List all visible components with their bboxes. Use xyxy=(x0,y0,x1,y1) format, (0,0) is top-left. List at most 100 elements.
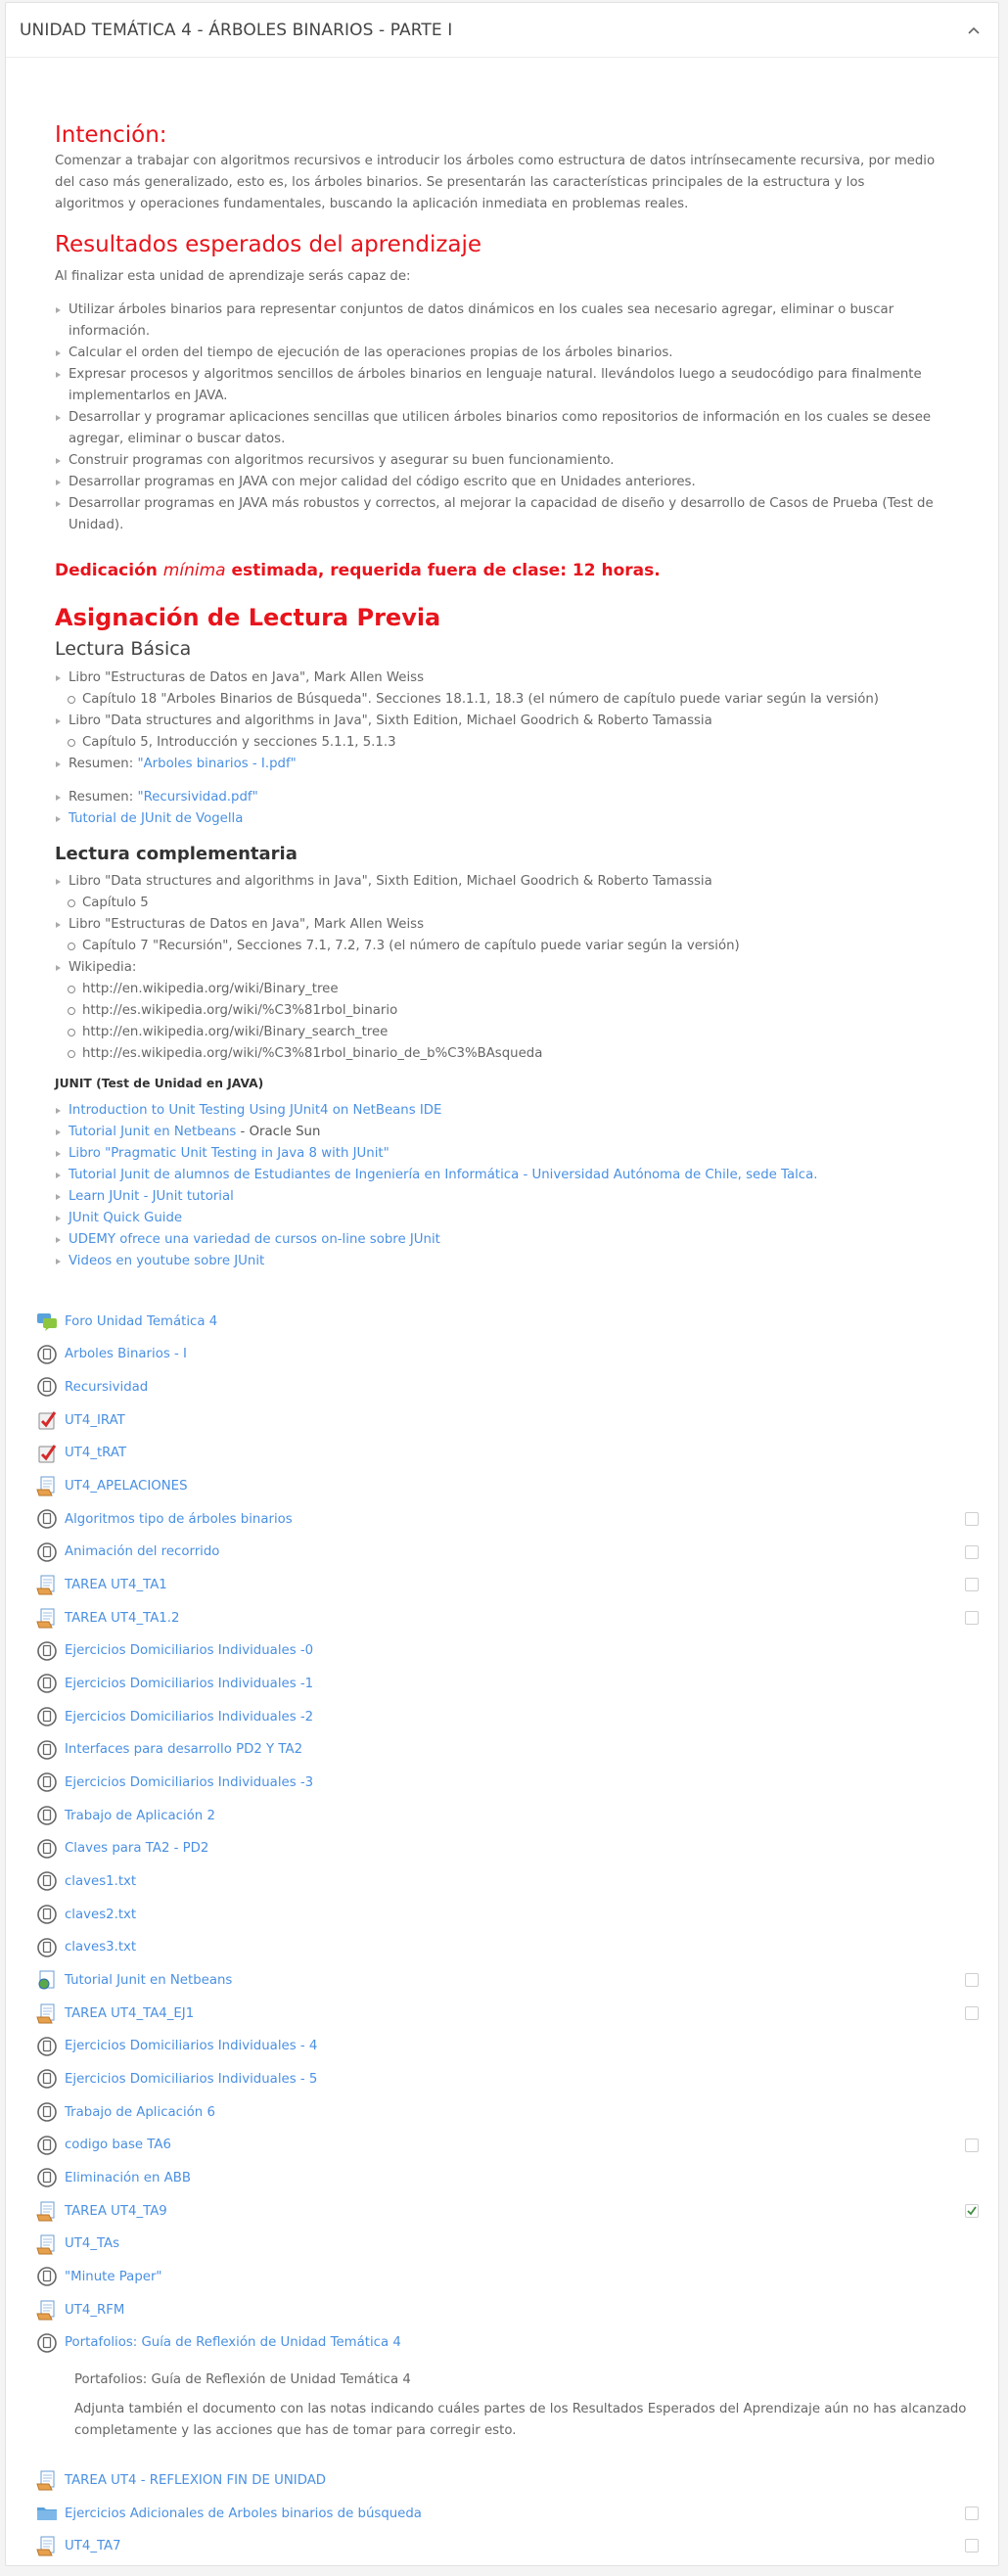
activity-item[interactable]: TAREA UT4_TA4_EJ1 xyxy=(35,2001,985,2025)
activity-link[interactable]: claves3.txt xyxy=(65,1940,136,1955)
junit-link[interactable]: Videos en youtube sobre JUnit xyxy=(69,1254,264,1268)
junit-link[interactable]: Learn JUnit - JUnit tutorial xyxy=(69,1189,234,1204)
resource-icon xyxy=(35,1672,59,1695)
resource-icon xyxy=(35,1771,59,1794)
activity-link[interactable]: Trabajo de Aplicación 2 xyxy=(65,1809,215,1823)
activity-link[interactable]: UT4_TA7 xyxy=(65,2539,121,2553)
activity-item[interactable]: Foro Unidad Temática 4 xyxy=(35,1310,985,1333)
activity-item[interactable]: claves2.txt xyxy=(35,1903,985,1926)
activity-link[interactable]: Trabajo de Aplicación 6 xyxy=(65,2105,215,2120)
activity-item[interactable]: Eliminación en ABB xyxy=(35,2166,985,2189)
activity-item[interactable]: Recursividad xyxy=(35,1375,985,1399)
activity-item[interactable]: UT4_IRAT xyxy=(35,1408,985,1432)
activity-item[interactable]: Algoritmos tipo de árboles binarios xyxy=(35,1507,985,1531)
resumen-recursividad-link[interactable]: "Recursividad.pdf" xyxy=(137,790,257,805)
activity-link[interactable]: Eliminación en ABB xyxy=(65,2171,191,2185)
activity-item[interactable]: TAREA UT4_TA1 xyxy=(35,1573,985,1596)
activity-item[interactable]: Ejercicios Domiciliarios Individuales -3 xyxy=(35,1771,985,1794)
activity-link[interactable]: Ejercicios Adicionales de Arboles binari… xyxy=(65,2507,422,2521)
activity-item[interactable]: UT4_tRAT xyxy=(35,1442,985,1465)
completion-checkbox[interactable] xyxy=(965,2138,979,2152)
completion-checkbox[interactable] xyxy=(965,1611,979,1626)
activity-item[interactable]: Tutorial Junit en Netbeans xyxy=(35,1968,985,1992)
activity-link[interactable]: UT4_TAs xyxy=(65,2236,119,2251)
chevron-up-icon[interactable] xyxy=(963,20,985,41)
activity-link[interactable]: Animación del recorrido xyxy=(65,1544,219,1559)
activity-item[interactable]: UT4_TA7 xyxy=(35,2534,985,2557)
resumen-arboles-link[interactable]: "Arboles binarios - I.pdf" xyxy=(137,757,296,771)
completion-checked-icon[interactable] xyxy=(965,2204,979,2219)
activity-link[interactable]: Ejercicios Domiciliarios Individuales -1 xyxy=(65,1677,313,1691)
wiki-link: http://en.wikipedia.org/wiki/Binary_tree xyxy=(68,979,936,1000)
junit-link[interactable]: Introduction to Unit Testing Using JUnit… xyxy=(69,1103,441,1118)
activity-link[interactable]: Claves para TA2 - PD2 xyxy=(65,1841,208,1856)
junit-link[interactable]: Tutorial Junit en Netbeans xyxy=(69,1125,236,1139)
activity-item[interactable]: Ejercicios Domiciliarios Individuales -0 xyxy=(35,1639,985,1663)
resource-icon xyxy=(35,1639,59,1663)
activity-link[interactable]: "Minute Paper" xyxy=(65,2270,162,2284)
activity-link[interactable]: Ejercicios Domiciliarios Individuales -0 xyxy=(65,1643,313,1658)
activity-item[interactable]: Ejercicios Adicionales de Arboles binari… xyxy=(35,2502,985,2525)
dedicacion-part1: Dedicación xyxy=(55,561,163,580)
activity-item[interactable]: Arboles Binarios - I xyxy=(35,1343,985,1366)
activity-link[interactable]: claves1.txt xyxy=(65,1874,136,1889)
activity-item[interactable]: Ejercicios Domiciliarios Individuales - … xyxy=(35,2035,985,2058)
activity-link[interactable]: TAREA UT4 - REFLEXION FIN DE UNIDAD xyxy=(65,2473,326,2488)
activity-item[interactable]: Animación del recorrido xyxy=(35,1541,985,1564)
activity-link[interactable]: Ejercicios Domiciliarios Individuales -3 xyxy=(65,1775,313,1790)
completion-checkbox[interactable] xyxy=(965,2507,979,2520)
activity-item[interactable]: "Minute Paper" xyxy=(35,2265,985,2288)
activity-link[interactable]: Portafolios: Guía de Reflexión de Unidad… xyxy=(65,2335,401,2350)
activity-link[interactable]: TAREA UT4_TA4_EJ1 xyxy=(65,2006,194,2021)
activity-link[interactable]: Algoritmos tipo de árboles binarios xyxy=(65,1512,293,1527)
junit-link[interactable]: Tutorial Junit de alumnos de Estudiantes… xyxy=(69,1168,818,1182)
activity-item[interactable]: TAREA UT4 - REFLEXION FIN DE UNIDAD xyxy=(35,2468,985,2492)
completion-checkbox[interactable] xyxy=(965,2006,979,2021)
activity-item[interactable]: Claves para TA2 - PD2 xyxy=(35,1837,985,1861)
activity-link[interactable]: UT4_RFM xyxy=(65,2303,124,2318)
activity-link[interactable]: Ejercicios Domiciliarios Individuales - … xyxy=(65,2039,317,2053)
junit-link[interactable]: Libro "Pragmatic Unit Testing in Java 8 … xyxy=(69,1146,389,1161)
junit-link[interactable]: UDEMY ofrece una variedad de cursos on-l… xyxy=(69,1232,440,1247)
activity-item[interactable]: Trabajo de Aplicación 6 xyxy=(35,2100,985,2124)
activity-item[interactable]: UT4_APELACIONES xyxy=(35,1474,985,1497)
activity-item[interactable]: TAREA UT4_TA1.2 xyxy=(35,1606,985,1630)
activity-item[interactable]: codigo base TA6 xyxy=(35,2134,985,2157)
activity-item[interactable]: Interfaces para desarrollo PD2 Y TA2 xyxy=(35,1738,985,1762)
activity-link[interactable]: UT4_tRAT xyxy=(65,1446,126,1460)
activity-link[interactable]: Recursividad xyxy=(65,1380,148,1395)
activity-link[interactable]: Tutorial Junit en Netbeans xyxy=(65,1973,232,1988)
activity-item[interactable]: Portafolios: Guía de Reflexión de Unidad… xyxy=(35,2331,985,2355)
completion-checkbox[interactable] xyxy=(965,1512,979,1527)
section-header[interactable]: UNIDAD TEMÁTICA 4 - ÁRBOLES BINARIOS - P… xyxy=(6,3,998,58)
completion-checkbox[interactable] xyxy=(965,2539,979,2553)
tutorial-junit-vogella-link[interactable]: Tutorial de JUnit de Vogella xyxy=(69,811,243,826)
activity-link[interactable]: Arboles Binarios - I xyxy=(65,1347,187,1361)
junit-link[interactable]: JUnit Quick Guide xyxy=(69,1211,182,1225)
list-item: Desarrollar y programar aplicaciones sen… xyxy=(56,407,936,450)
activity-item[interactable]: TAREA UT4_TA9 xyxy=(35,2199,985,2223)
activity-item[interactable]: claves3.txt xyxy=(35,1936,985,1959)
list-item: JUnit Quick Guide xyxy=(56,1208,936,1229)
activity-item[interactable]: Ejercicios Domiciliarios Individuales - … xyxy=(35,2067,985,2091)
activity-item[interactable]: Ejercicios Domiciliarios Individuales -2 xyxy=(35,1705,985,1728)
activity-link[interactable]: UT4_IRAT xyxy=(65,1413,125,1428)
completion-checkbox[interactable] xyxy=(965,1578,979,1592)
activity-link[interactable]: claves2.txt xyxy=(65,1908,136,1922)
completion-checkbox[interactable] xyxy=(965,1973,979,1988)
activity-item[interactable]: UT4_TAs xyxy=(35,2232,985,2256)
activity-link[interactable]: UT4_APELACIONES xyxy=(65,1479,188,1494)
activity-link[interactable]: TAREA UT4_TA9 xyxy=(65,2204,167,2219)
completion-checkbox[interactable] xyxy=(965,1544,979,1559)
activity-link[interactable]: Ejercicios Domiciliarios Individuales -2 xyxy=(65,1710,313,1725)
activity-link[interactable]: codigo base TA6 xyxy=(65,2138,171,2152)
activity-link[interactable]: Interfaces para desarrollo PD2 Y TA2 xyxy=(65,1742,302,1757)
activity-item[interactable]: Trabajo de Aplicación 2 xyxy=(35,1804,985,1827)
activity-link[interactable]: TAREA UT4_TA1.2 xyxy=(65,1611,179,1626)
activity-link[interactable]: TAREA UT4_TA1 xyxy=(65,1578,167,1592)
activity-item[interactable]: UT4_RFM xyxy=(35,2298,985,2322)
activity-item[interactable]: Ejercicios Domiciliarios Individuales -1 xyxy=(35,1672,985,1695)
activity-item[interactable]: claves1.txt xyxy=(35,1869,985,1893)
activity-link[interactable]: Ejercicios Domiciliarios Individuales - … xyxy=(65,2072,317,2087)
activity-link[interactable]: Foro Unidad Temática 4 xyxy=(65,1314,217,1329)
